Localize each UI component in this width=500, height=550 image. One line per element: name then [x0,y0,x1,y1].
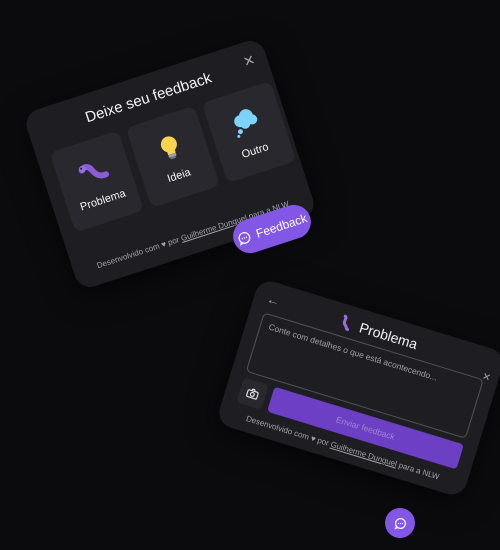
submit-label: Enviar feedback [334,414,397,442]
type-label: Ideia [165,165,193,185]
close-icon[interactable]: ✕ [481,371,492,384]
footer-suffix: para a NLW [395,459,441,482]
type-button-problema[interactable]: Problema [49,130,145,233]
type-label: Problema [78,187,128,213]
thought-cloud-icon [234,108,258,138]
footer-prefix: Desenvolvido com ♥ por [95,234,183,271]
type-label: Outro [240,140,270,161]
feedback-launcher-button[interactable] [385,508,415,538]
feedback-form-widget: ← Problema Conte com detalhes o que está… [215,277,500,499]
bug-icon [342,314,350,332]
chat-bubble-icon [238,232,250,247]
lightbulb-icon [160,135,177,159]
type-button-outro[interactable]: Outro [201,80,297,184]
bug-icon [78,163,109,178]
screenshot-button[interactable] [236,377,269,410]
type-button-ideia[interactable]: Ideia [125,105,221,208]
camera-icon [246,388,259,400]
chat-bubble-icon [393,517,406,530]
feedback-widget: Deixe seu feedback ✕ Problema Ideia Outr… [22,36,318,292]
feedback-button-label: Feedback [254,211,309,241]
